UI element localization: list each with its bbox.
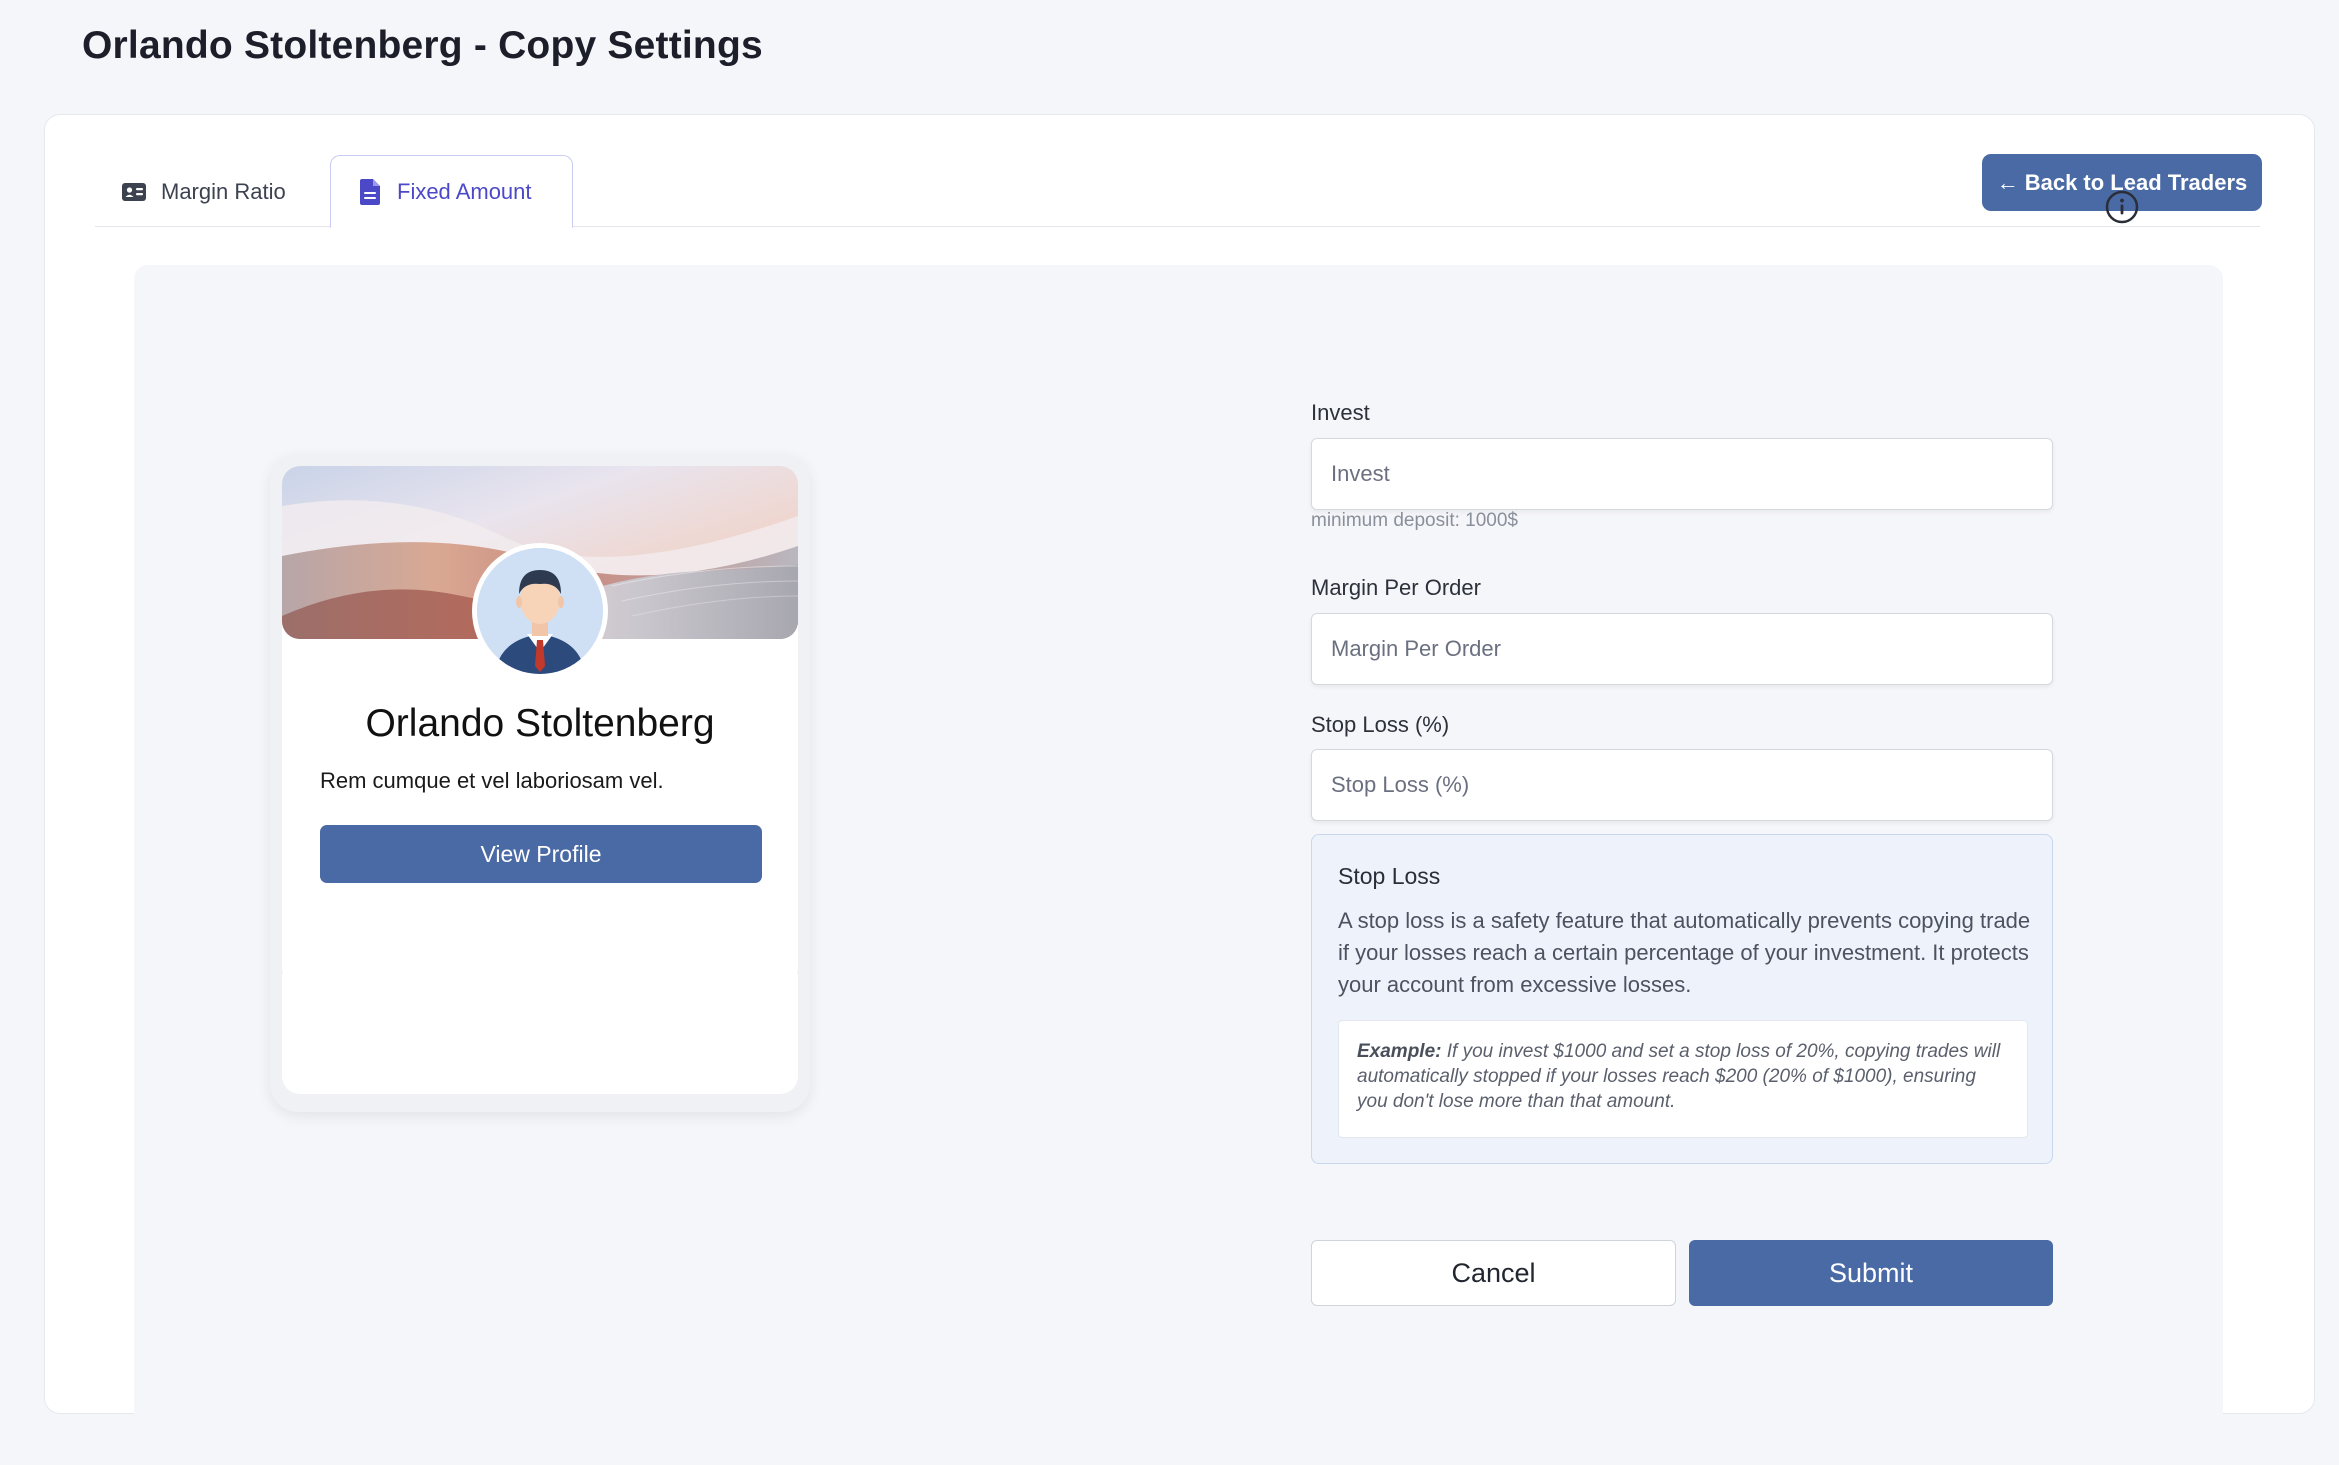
profile-card-footer [282,974,798,1094]
view-profile-button[interactable]: View Profile [320,825,762,883]
profile-card-body: Orlando Stoltenberg Rem cumque et vel la… [282,466,798,986]
stop-loss-info-description: A stop loss is a safety feature that aut… [1338,908,2031,997]
trader-bio: Rem cumque et vel laboriosam vel. [320,768,664,793]
stop-loss-info-title: Stop Loss [1338,863,1441,889]
tab-margin-ratio[interactable]: Margin Ratio [95,155,312,228]
document-icon [357,178,383,205]
trader-name: Orlando Stoltenberg [365,702,715,745]
tab-fixed-amount[interactable]: Fixed Amount [330,155,573,228]
margin-per-order-label: Margin Per Order [1311,575,1481,600]
cancel-button[interactable]: Cancel [1311,1240,1676,1306]
arrow-left-icon: ← [1996,169,2019,195]
stop-loss-input[interactable] [1311,749,2053,821]
example-label: Example: [1357,1041,1442,1062]
tab-margin-ratio-label: Margin Ratio [161,178,286,204]
trader-profile-card: Orlando Stoltenberg Rem cumque et vel la… [270,454,810,1112]
trader-avatar [472,543,608,679]
info-icon[interactable] [2105,190,2139,224]
submit-button[interactable]: Submit [1689,1240,2053,1306]
stop-loss-info-box: Stop Loss A stop loss is a safety featur… [1311,834,2053,1164]
invest-input[interactable] [1311,438,2053,510]
margin-per-order-input[interactable] [1311,613,2053,685]
stop-loss-example: Example: If you invest $1000 and set a s… [1338,1020,2028,1138]
example-text: If you invest $1000 and set a stop loss … [1357,1041,2001,1112]
id-card-icon [121,179,147,205]
tab-fixed-amount-label: Fixed Amount [397,178,532,204]
stop-loss-label: Stop Loss (%) [1311,712,1450,737]
tabs-bar: Margin Ratio Fixed Amount [95,155,2260,228]
invest-hint: minimum deposit: 1000$ [1311,510,1518,531]
invest-label: Invest [1311,400,1370,425]
page-title: Orlando Stoltenberg - Copy Settings [82,24,763,67]
